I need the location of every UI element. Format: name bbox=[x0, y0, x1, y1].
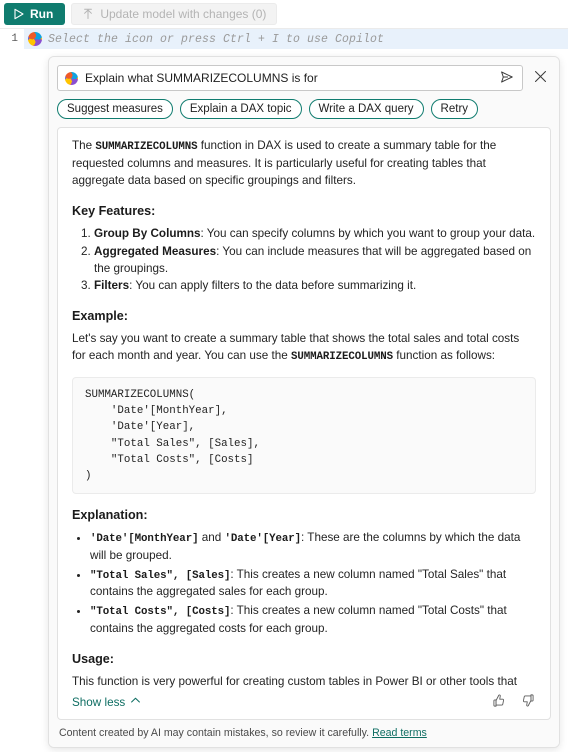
close-icon bbox=[534, 70, 547, 86]
thumbs-up-button[interactable] bbox=[490, 694, 506, 710]
usage-paragraph: This function is very powerful for creat… bbox=[72, 675, 517, 688]
list-item: Filters: You can apply filters to the da… bbox=[94, 278, 536, 295]
copilot-icon[interactable] bbox=[28, 32, 42, 46]
send-button[interactable] bbox=[496, 67, 518, 89]
copilot-icon bbox=[65, 71, 78, 85]
pill-write-dax-query[interactable]: Write a DAX query bbox=[308, 99, 424, 119]
prompt-input-container[interactable]: Explain what SUMMARIZECOLUMNS is for bbox=[57, 65, 523, 91]
show-less-button[interactable]: Show less bbox=[72, 695, 141, 709]
response-intro-paragraph: The SUMMARIZECOLUMNS function in DAX is … bbox=[72, 138, 536, 190]
run-button-label: Run bbox=[30, 7, 54, 21]
feature-text: : You can apply filters to the data befo… bbox=[129, 279, 417, 293]
pill-retry[interactable]: Retry bbox=[430, 99, 479, 119]
ai-disclaimer: Content created by AI may contain mistak… bbox=[49, 720, 559, 747]
pill-explain-dax-topic[interactable]: Explain a DAX topic bbox=[179, 99, 302, 119]
usage-heading: Usage: bbox=[72, 652, 114, 667]
list-item: "Total Sales", [Sales]: This creates a n… bbox=[90, 567, 536, 602]
prompt-input[interactable]: Explain what SUMMARIZECOLUMNS is for bbox=[85, 71, 496, 85]
dax-query-editor[interactable]: 1 Select the icon or press Ctrl + I to u… bbox=[0, 28, 568, 49]
explanation-list: 'Date'[MonthYear] and 'Date'[Year]: Thes… bbox=[72, 530, 536, 638]
example-function-code: SUMMARIZECOLUMNS bbox=[290, 351, 394, 364]
explanation-code-b: 'Date'[Year] bbox=[224, 533, 302, 546]
editor-toolbar: Run Update model with changes (0) bbox=[0, 0, 568, 28]
feature-term: Group By Columns bbox=[94, 226, 201, 240]
list-item: 'Date'[MonthYear] and 'Date'[Year]: Thes… bbox=[90, 530, 536, 565]
explanation-code-a: "Total Costs", [Costs] bbox=[90, 606, 231, 619]
read-terms-link[interactable]: Read terms bbox=[372, 727, 427, 739]
explanation-mid: and bbox=[198, 531, 225, 545]
list-item: Aggregated Measures: You can include mea… bbox=[94, 244, 536, 278]
explanation-code-a: 'Date'[MonthYear] bbox=[90, 533, 199, 546]
update-model-button[interactable]: Update model with changes (0) bbox=[71, 3, 278, 25]
dax-code-block[interactable]: SUMMARIZECOLUMNS( 'Date'[MonthYear], 'Da… bbox=[72, 377, 536, 495]
ai-disclaimer-text: Content created by AI may contain mistak… bbox=[59, 727, 370, 739]
intro-function-code: SUMMARIZECOLUMNS bbox=[95, 141, 198, 153]
suggestion-pills: Suggest measures Explain a DAX topic Wri… bbox=[57, 99, 551, 119]
play-icon bbox=[13, 8, 25, 20]
key-features-list: Group By Columns: You can specify column… bbox=[72, 226, 536, 296]
pill-suggest-measures[interactable]: Suggest measures bbox=[57, 99, 173, 119]
prompt-row: Explain what SUMMARIZECOLUMNS is for bbox=[57, 65, 551, 91]
arrow-up-icon bbox=[82, 8, 94, 20]
intro-text-a: The bbox=[72, 139, 96, 152]
run-button[interactable]: Run bbox=[4, 3, 66, 25]
feedback-controls bbox=[490, 694, 536, 710]
editor-ghost-text: Select the icon or press Ctrl + I to use… bbox=[48, 32, 385, 46]
feature-term: Aggregated Measures bbox=[94, 244, 217, 258]
example-heading: Example: bbox=[72, 309, 128, 324]
thumbs-up-icon bbox=[491, 693, 506, 711]
chevron-up-icon bbox=[130, 695, 141, 709]
feature-text: : You can specify columns by which you w… bbox=[200, 226, 536, 240]
close-button[interactable] bbox=[529, 67, 551, 89]
feature-term: Filters bbox=[94, 279, 130, 293]
line-number: 1 bbox=[0, 29, 24, 49]
show-less-label: Show less bbox=[72, 695, 126, 709]
editor-line-1[interactable]: 1 Select the icon or press Ctrl + I to u… bbox=[0, 29, 568, 49]
explanation-code-a: "Total Sales", [Sales] bbox=[90, 569, 231, 582]
update-model-button-label: Update model with changes (0) bbox=[100, 7, 267, 21]
response-card-footer: Show less bbox=[58, 688, 550, 719]
key-features-heading: Key Features: bbox=[72, 203, 156, 218]
send-icon bbox=[499, 69, 515, 88]
explanation-heading: Explanation: bbox=[72, 508, 148, 523]
copilot-response-card: The SUMMARIZECOLUMNS function in DAX is … bbox=[57, 127, 551, 720]
example-paragraph: Let's say you want to create a summary t… bbox=[72, 331, 536, 366]
thumbs-down-icon bbox=[521, 693, 536, 711]
list-item: Group By Columns: You can specify column… bbox=[94, 226, 536, 243]
response-body: The SUMMARIZECOLUMNS function in DAX is … bbox=[58, 128, 550, 688]
thumbs-down-button[interactable] bbox=[520, 694, 536, 710]
copilot-panel: Explain what SUMMARIZECOLUMNS is for Sug… bbox=[48, 56, 560, 748]
copilot-panel-header: Explain what SUMMARIZECOLUMNS is for Sug… bbox=[49, 57, 559, 119]
example-text-b: function as follows: bbox=[393, 349, 496, 363]
list-item: "Total Costs", [Costs]: This creates a n… bbox=[90, 603, 536, 638]
